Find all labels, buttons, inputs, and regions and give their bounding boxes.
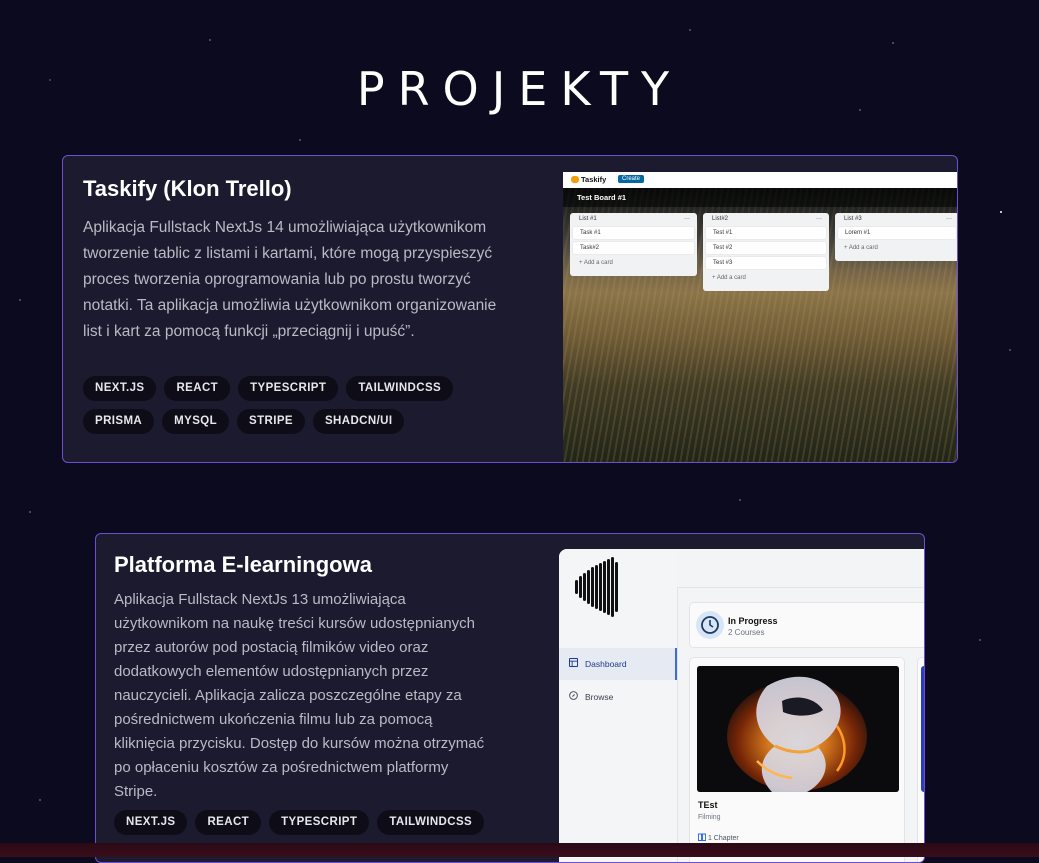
sidebar-item-label: Browse — [585, 692, 614, 702]
board-list: List #3 ··· Lorem #1 + Add a card — [835, 213, 957, 261]
tag: NEXT.JS — [83, 376, 157, 401]
page-title: PROJEKTY — [356, 62, 683, 116]
course-thumbnail — [697, 666, 899, 792]
course-category: Filming — [698, 814, 721, 821]
project-title: Taskify (Klon Trello) — [83, 176, 292, 201]
board-list: List#2 ··· Test #1 Test #2 Test #3 + Add… — [703, 213, 829, 291]
tag: REACT — [164, 376, 231, 401]
add-card: + Add a card — [579, 260, 613, 266]
board-title: Test Board #1 — [577, 193, 627, 202]
list-header: List #1 ··· — [573, 213, 694, 227]
project-card-elearning[interactable]: Platforma E-learningowa Aplikacja Fullst… — [95, 533, 925, 863]
project-title: Platforma E-learningowa — [114, 552, 372, 577]
clock-icon — [696, 611, 724, 639]
tag: TAILWINDCSS — [346, 376, 454, 401]
list-card: Task #1 — [573, 227, 694, 239]
tag: TYPESCRIPT — [269, 810, 370, 835]
tag: SHADCN/UI — [312, 409, 405, 434]
tech-tags: NEXT.JS REACT TYPESCRIPT TAILWINDCSS — [114, 810, 494, 835]
chapter-count: 1 Chapter — [707, 835, 739, 842]
tag: MYSQL — [162, 409, 230, 434]
add-card: + Add a card — [712, 275, 746, 281]
compass-icon — [569, 691, 578, 700]
list-card: Lorem #1 — [838, 227, 956, 239]
list-card: Test #3 — [706, 257, 826, 269]
more-icon: ··· — [946, 216, 952, 222]
more-icon: ··· — [684, 216, 690, 222]
app-sidebar: Dashboard Browse — [559, 549, 678, 862]
list-card: Test #1 — [706, 227, 826, 239]
tag: TYPESCRIPT — [238, 376, 339, 401]
sidebar-item-dashboard: Dashboard — [559, 648, 677, 680]
app-navbar: Taskify Create — [563, 172, 957, 188]
in-progress-card: In Progress 2 Courses — [689, 602, 924, 648]
tag: REACT — [195, 810, 262, 835]
progress-title: In Progress — [728, 616, 778, 626]
next-section-edge — [0, 843, 1039, 857]
project-description: Aplikacja Fullstack NextJs 13 umożliwiaj… — [114, 591, 485, 800]
logo-text: Taskify — [581, 175, 607, 184]
project-description: Aplikacja Fullstack NextJs 14 umożliwiaj… — [83, 219, 497, 340]
tag: PRISMA — [83, 409, 155, 434]
list-title: List#2 — [712, 216, 729, 222]
project-screenshot: Dashboard Browse In Progress 2 Courses T… — [559, 549, 924, 862]
board-list: List #1 ··· Task #1 Task#2 + Add a card — [570, 213, 697, 276]
tag: TAILWINDCSS — [377, 810, 485, 835]
add-card: + Add a card — [844, 245, 878, 251]
list-header: List#2 ··· — [706, 213, 826, 227]
course-chapters: 1 Chapter — [698, 833, 739, 842]
list-card: Test #2 — [706, 242, 826, 254]
list-title: List #1 — [579, 216, 597, 222]
layout-icon — [569, 658, 578, 667]
book-icon — [698, 833, 706, 841]
course-card — [917, 657, 924, 862]
sidebar-item-browse: Browse — [559, 681, 677, 713]
list-card: Task#2 — [573, 242, 694, 254]
logo-icon — [571, 176, 579, 183]
create-button: Create — [618, 175, 645, 183]
sound-wave-logo-icon — [575, 555, 635, 619]
more-icon: ··· — [816, 216, 822, 222]
tech-tags: NEXT.JS REACT TYPESCRIPT TAILWINDCSS PRI… — [83, 376, 483, 434]
sidebar-item-label: Dashboard — [585, 659, 627, 669]
progress-count: 2 Courses — [728, 628, 765, 637]
tag: NEXT.JS — [114, 810, 188, 835]
app-topbar — [677, 549, 924, 588]
course-title: TEst — [698, 800, 718, 810]
taskify-logo: Taskify — [571, 175, 606, 184]
project-card-taskify[interactable]: Taskify (Klon Trello) Aplikacja Fullstac… — [62, 155, 958, 463]
project-screenshot: Taskify Create Test Board #1 List #1 ···… — [563, 172, 957, 462]
course-thumbnail — [921, 666, 924, 792]
board-header: Test Board #1 — [563, 188, 957, 207]
list-title: List #3 — [844, 216, 862, 222]
list-header: List #3 ··· — [838, 213, 956, 227]
course-card: TEst Filming 1 Chapter — [689, 657, 905, 862]
tag: STRIPE — [237, 409, 305, 434]
